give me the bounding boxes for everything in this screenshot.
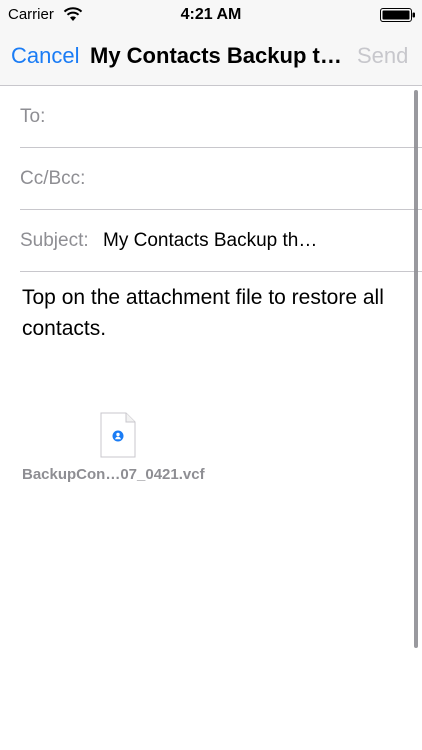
subject-field[interactable]: Subject: My Contacts Backup th…	[20, 210, 422, 272]
to-label: To:	[20, 106, 46, 127]
to-field[interactable]: To:	[20, 86, 422, 148]
nav-title: My Contacts Backup t…	[90, 43, 342, 68]
ccbcc-input[interactable]	[98, 162, 418, 196]
subject-value[interactable]: My Contacts Backup th…	[103, 230, 317, 252]
nav-bar: Cancel My Contacts Backup t… Send	[0, 30, 422, 86]
vcf-file-icon	[100, 412, 136, 458]
cancel-button[interactable]: Cancel	[11, 43, 79, 69]
attachment[interactable]: BackupCon…07_0421.vcf	[20, 412, 220, 487]
to-input[interactable]	[52, 100, 372, 134]
subject-label: Subject:	[20, 230, 89, 251]
send-button[interactable]: Send	[357, 43, 408, 69]
battery-icon	[380, 8, 415, 22]
attachment-filename: BackupCon…07_0421.vcf	[22, 466, 205, 483]
ccbcc-label: Cc/Bcc:	[20, 168, 86, 189]
clock: 4:21 AM	[180, 6, 242, 23]
ccbcc-field[interactable]: Cc/Bcc:	[20, 148, 422, 210]
status-bar: Carrier 4:21 AM	[0, 0, 422, 30]
compose-mail-screen: Carrier 4:21 AM Cancel My Contacts Backu…	[0, 0, 422, 750]
message-body[interactable]: Top on the attachment file to restore al…	[22, 282, 402, 344]
scroll-indicator	[414, 90, 418, 648]
